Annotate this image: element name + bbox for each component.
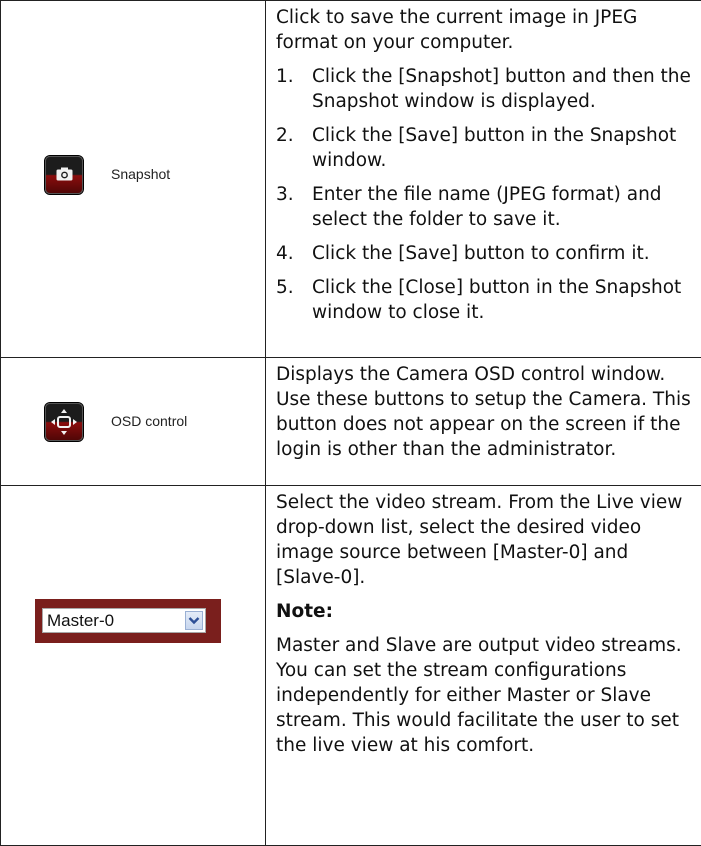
note-text: Master and Slave are output video stream… [276, 633, 693, 758]
step-text: Click the [Save] button in the Snapshot … [312, 125, 676, 171]
live-view-dropdown[interactable]: Master-0 [42, 608, 206, 633]
list-item: 3. Enter the file name (JPEG format) and … [276, 182, 693, 232]
osd-button-cell: OSD control [1, 358, 266, 486]
step-text: Click the [Close] button in the Snapshot… [312, 277, 681, 323]
list-item: 1. Click the [Snapshot] button and then t… [276, 64, 693, 114]
snapshot-label: Snapshot [111, 166, 170, 182]
step-number: 2. [276, 123, 294, 148]
step-text: Click the [Snapshot] button and then the… [312, 66, 691, 112]
osd-control-icon [49, 407, 79, 437]
step-number: 4. [276, 241, 294, 266]
stream-select-frame: Master-0 [35, 599, 221, 643]
list-item: 2. Click the [Save] button in the Snapsho… [276, 123, 693, 173]
dropdown-toggle[interactable] [185, 611, 203, 630]
chevron-down-icon [186, 612, 202, 629]
stream-select-cell: Master-0 [1, 486, 266, 846]
osd-description-cell: Displays the Camera OSD control window. … [266, 358, 701, 486]
snapshot-intro: Click to save the current image in JPEG … [276, 5, 693, 55]
note-heading: Note: [276, 599, 693, 624]
step-text: Enter the file name (JPEG format) and se… [312, 184, 662, 230]
step-number: 5. [276, 275, 294, 300]
snapshot-button-cell: Snapshot [1, 1, 266, 358]
osd-description: Displays the Camera OSD control window. … [276, 362, 693, 462]
osd-control-row: OSD control Displays the Camera OSD cont… [1, 358, 701, 486]
osd-control-button[interactable] [45, 403, 83, 441]
list-item: 5. Click the [Close] button in the Snapsh… [276, 275, 693, 325]
snapshot-description-cell: Click to save the current image in JPEG … [266, 1, 701, 358]
stream-description: Select the video stream. From the Live v… [276, 490, 693, 590]
dropdown-value: Master-0 [47, 611, 114, 630]
step-number: 3. [276, 182, 294, 207]
feature-table: Snapshot Click to save the current image… [0, 0, 701, 846]
snapshot-steps: 1. Click the [Snapshot] button and then t… [276, 64, 693, 325]
osd-control-label: OSD control [111, 413, 187, 429]
step-number: 1. [276, 64, 294, 89]
stream-select-row: Master-0 Select the video stream. From t… [1, 486, 701, 846]
stream-description-cell: Select the video stream. From the Live v… [266, 486, 701, 846]
list-item: 4. Click the [Save] button to confirm it. [276, 241, 693, 266]
camera-icon [56, 167, 73, 181]
snapshot-button[interactable] [45, 156, 83, 194]
step-text: Click the [Save] button to confirm it. [312, 243, 650, 264]
snapshot-row: Snapshot Click to save the current image… [1, 1, 701, 358]
